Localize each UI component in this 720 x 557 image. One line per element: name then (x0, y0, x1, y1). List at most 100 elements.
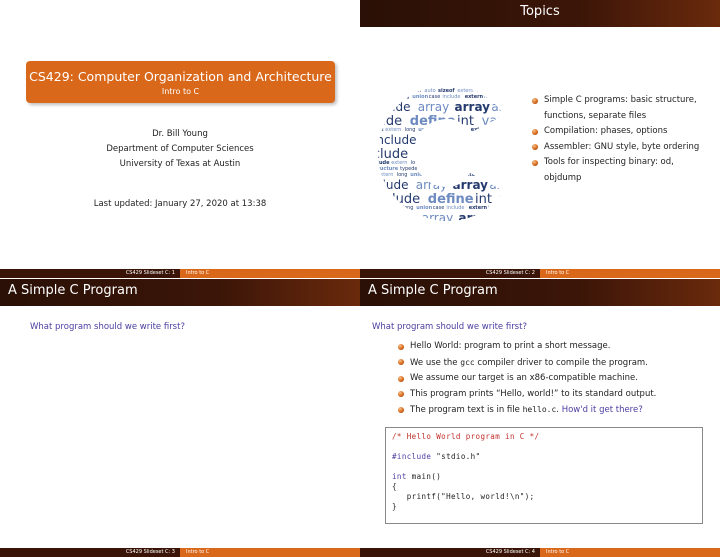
word-cloud-word: include (374, 205, 382, 211)
slide-2: Topics structure typedef auto sizeof extern l… (360, 0, 720, 278)
word-cloud-word: array (455, 100, 491, 114)
word-cloud-word: define (410, 114, 456, 129)
footer-topic: Intro to C (180, 548, 360, 557)
word-cloud-word: array (422, 211, 453, 223)
slide-subtitle: Intro to C (161, 87, 200, 96)
word-cloud-word: sizeof (436, 166, 453, 172)
word-cloud-word: case (505, 166, 517, 172)
slide-4: A Simple C Program What program should w… (360, 279, 720, 557)
code-main: int main() (392, 472, 442, 481)
author-block: Dr. Bill Young Department of Computer Sc… (0, 127, 360, 172)
slide-footer: CS429 Slideset C: 2 Intro to C (360, 269, 720, 278)
word-cloud-word: int (463, 147, 480, 162)
footer-slideset: CS429 Slideset C: 2 (360, 269, 540, 278)
word-cloud-word: array (489, 178, 520, 192)
footer-topic: Intro to C (540, 269, 720, 278)
word-cloud-word: extern (455, 166, 471, 172)
word-cloud-word: union (418, 127, 434, 133)
code-block: /* Hello World program in C */ #include … (385, 427, 703, 524)
code-blank (392, 442, 696, 452)
bullet-icon (532, 128, 538, 135)
word-cloud-word: variable (500, 192, 522, 207)
code-blank (392, 462, 696, 472)
word-cloud-word: typedef (501, 127, 520, 133)
bullet-icon (398, 391, 404, 397)
word-cloud-word: variable (488, 147, 522, 162)
word-cloud-word: include (440, 172, 458, 178)
slide-title: CS429: Computer Organization and Archite… (29, 69, 332, 84)
word-cloud-word: array (416, 178, 447, 192)
bullet-icon (398, 359, 404, 365)
word-cloud-word: union (490, 88, 506, 94)
inline-code: hello.c (522, 405, 557, 414)
bullet-icon (398, 375, 404, 382)
slide-title: Topics (520, 4, 560, 19)
list-item: Hello World: program to print a short me… (398, 339, 718, 355)
author-univ: University of Texas at Austin (119, 159, 241, 169)
word-cloud-word: int (488, 205, 495, 211)
word-cloud-word: case (507, 88, 519, 94)
footer-slideset: CS429 Slideset C: 3 (0, 548, 180, 557)
last-updated: Last updated: January 27, 2020 at 13:38 (93, 199, 267, 209)
author-dept: Department of Computer Sciences (106, 144, 254, 154)
inline-code: gcc (460, 357, 475, 367)
word-cloud-word: include (521, 88, 523, 94)
footer-slideset: CS429 Slideset C: 4 (360, 548, 540, 557)
word-cloud-word: case (427, 172, 439, 178)
slide-header: A Simple C Program (0, 279, 360, 306)
slide-footer: CS429 Slideset C: 4 Intro to C (360, 548, 720, 557)
code-include: #include "stdio.h" (392, 452, 481, 461)
word-cloud-word: include (374, 133, 416, 147)
topics-list: Simple C programs: basic structure, func… (532, 93, 712, 186)
word-cloud-word: include (454, 160, 472, 166)
bullet-icon (532, 159, 538, 166)
word-cloud-word: variable (482, 114, 522, 129)
slide-footer: CS429 Slideset C: 3 Intro to C (0, 548, 360, 557)
slide-1: CS429: Computer Organization and Archite… (0, 0, 360, 278)
word-cloud-word: typedef (507, 160, 522, 166)
bullet-icon (398, 406, 404, 413)
word-cloud-word: int (496, 160, 503, 166)
word-cloud-word: auto (422, 166, 433, 172)
question-text: What program should we write first? (372, 322, 527, 332)
word-cloud-word: int (490, 127, 497, 133)
c-word-cloud-image: structure typedef auto sizeof extern long unio… (374, 88, 523, 223)
slide-footer: CS429 Slideset C: 1 Intro to C (0, 269, 360, 278)
list-item: This program prints “Hello, world!” to i… (398, 387, 718, 403)
word-cloud-word: include (374, 100, 410, 114)
word-cloud-word: include (448, 127, 466, 133)
word-cloud-word: include (374, 94, 378, 100)
bullet-icon (532, 144, 538, 150)
title-box: CS429: Computer Organization and Archite… (26, 61, 335, 103)
word-cloud-word: extern (383, 205, 399, 211)
word-cloud-word: extern (471, 127, 490, 133)
slide-3: A Simple C Program What program should w… (0, 279, 360, 557)
slide-title: A Simple C Program (8, 283, 138, 298)
word-cloud-word: typedef (499, 205, 518, 211)
list-item: We use the gcc compiler driver to compil… (398, 355, 718, 372)
footer-topic: Intro to C (180, 269, 360, 278)
word-cloud-word: long (521, 205, 522, 211)
code-comment: /* Hello World program in C */ (392, 432, 540, 441)
bullet-icon (398, 343, 404, 350)
word-cloud-word: array (424, 133, 455, 147)
word-cloud-word: array (453, 178, 489, 192)
slide-header: Topics (360, 0, 720, 27)
word-cloud-word: array (461, 133, 497, 147)
list-item: Compilation: phases, options (532, 124, 712, 140)
code-open-brace: { (392, 482, 397, 491)
word-cloud-word: include (374, 172, 376, 178)
word-cloud-word: case (435, 127, 447, 133)
word-cloud-word: include (374, 178, 408, 192)
word-cloud-word: array (491, 100, 522, 114)
word-cloud-word: structure (374, 88, 401, 94)
word-cloud-word: union (488, 166, 504, 172)
question-text: What program should we write first? (30, 322, 185, 332)
word-cloud-word: array (459, 211, 495, 223)
code-printf: printf("Hello, world!\n"); (392, 492, 535, 501)
word-cloud-word: array (497, 133, 522, 147)
word-cloud-word: long (515, 172, 522, 178)
footer-topic: Intro to C (540, 548, 720, 557)
word-cloud-word: extern (379, 94, 395, 100)
word-cloud-word: include (519, 166, 523, 172)
